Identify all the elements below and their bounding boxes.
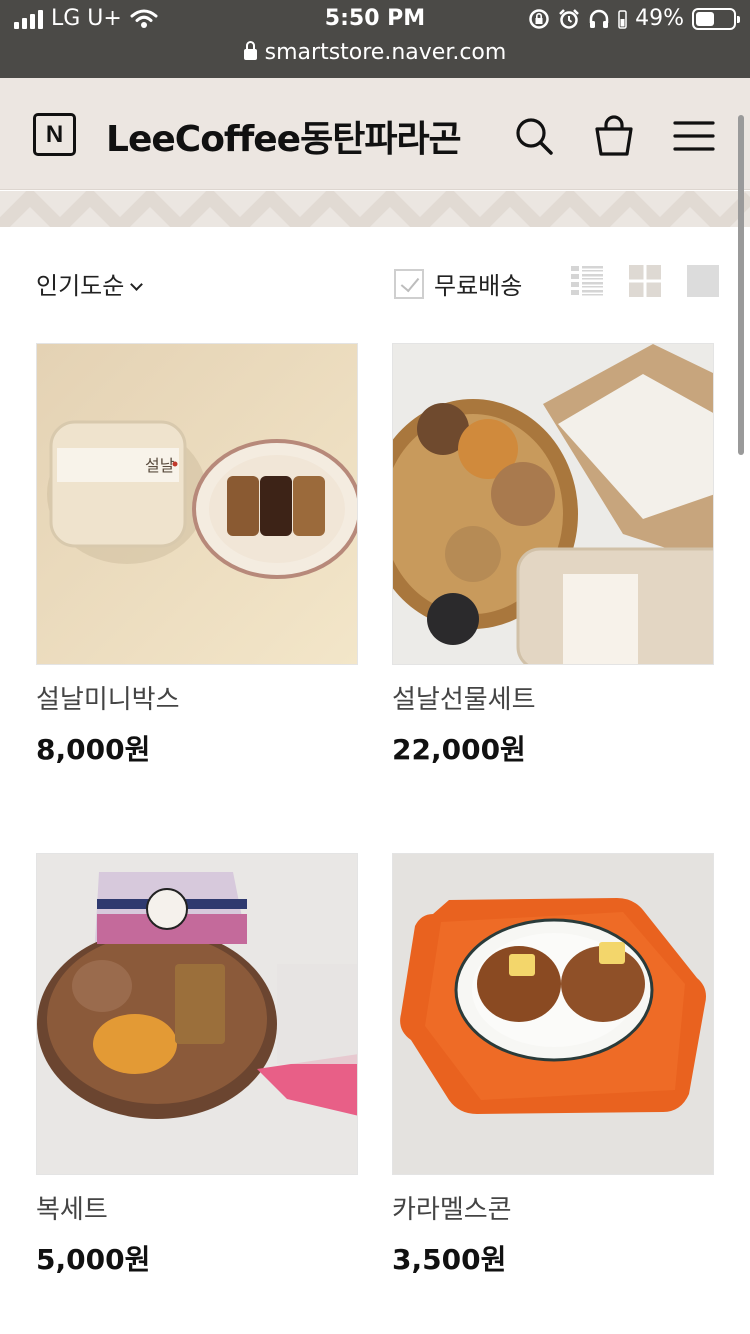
status-bar: LG U+ 5:50 PM 49% smartstore.naver.com [0,0,750,78]
decorative-pattern [0,191,750,227]
product-card[interactable]: 카라멜스콘 3,500원 [392,853,714,1278]
product-price: 5,000원 [36,1243,151,1276]
product-name[interactable]: 카라멜스콘 [392,1189,714,1226]
lock-icon [243,41,257,60]
battery-small-icon [618,9,627,29]
product-card[interactable]: 설날선물세트 22,000원 [392,343,714,768]
mini-box-photo: 설날 [37,344,357,664]
store-title[interactable]: LeeCoffee동탄파라곤 [106,110,462,162]
hamburger-menu-icon[interactable] [672,114,716,158]
status-right: 49% [528,6,740,31]
caramel-scone-photo [393,854,713,1174]
address-bar[interactable]: smartstore.naver.com [0,40,750,65]
battery-level [696,11,714,26]
alarm-icon [559,8,579,29]
search-icon[interactable] [512,114,556,158]
rotation-lock-icon [529,8,549,29]
list-view-icon[interactable] [571,265,603,297]
grid-view-icon[interactable] [629,265,661,297]
product-image[interactable] [36,853,358,1175]
gift-set-photo [393,344,713,664]
svg-text:설날: 설날 [145,456,175,475]
shopping-bag-icon[interactable] [592,114,636,158]
product-name[interactable]: 설날미니박스 [36,679,358,716]
product-name[interactable]: 복세트 [36,1189,358,1226]
product-image[interactable]: 설날 [36,343,358,665]
product-price: 22,000원 [392,733,526,766]
page-scrollbar[interactable] [738,115,744,455]
product-image[interactable] [392,343,714,665]
product-price: 3,500원 [392,1243,507,1276]
product-card[interactable]: 복세트 5,000원 [36,853,358,1278]
store-header: N LeeCoffee동탄파라곤 [0,78,750,190]
headphones-icon [589,9,609,28]
chevron-down-icon [130,278,144,291]
product-image[interactable] [392,853,714,1175]
bok-set-photo [37,854,357,1174]
free-shipping-filter[interactable]: 무료배송 [394,266,522,301]
product-price: 8,000원 [36,733,151,766]
sort-label: 인기도순 [36,272,125,300]
product-name[interactable]: 설날선물세트 [392,679,714,716]
large-view-icon[interactable] [687,265,719,297]
naver-logo[interactable]: N [33,113,76,156]
product-card[interactable]: 설날 설날미니박스 8,000원 [36,343,358,768]
url-text: smartstore.naver.com [264,40,507,65]
free-shipping-checkbox[interactable] [394,268,424,299]
sort-dropdown[interactable]: 인기도순 [36,266,144,301]
free-shipping-label: 무료배송 [434,272,523,300]
battery-percent: 49% [635,6,684,31]
battery-icon [692,7,740,30]
